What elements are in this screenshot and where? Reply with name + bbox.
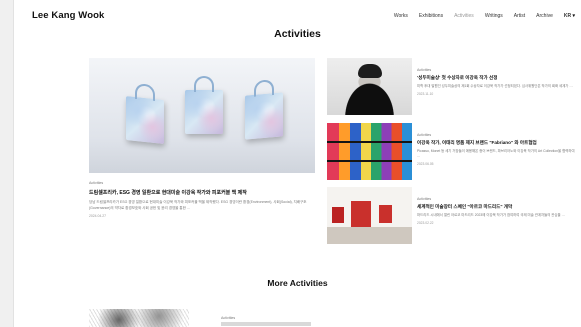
- more-activities-heading: More Activities: [267, 278, 328, 288]
- artist-portrait-thumbnail: [327, 58, 412, 115]
- list-item-title[interactable]: '성두미술상' 첫 수상자로 이강욱 작가 선정: [417, 75, 577, 81]
- gallery-booth-thumbnail: [327, 187, 412, 244]
- tote-bag-image: [126, 82, 164, 144]
- list-item[interactable]: Activities 이강욱 작가, 이태리 명품 제지 브랜드 "Fabria…: [327, 123, 577, 180]
- list-item-category: Activities: [417, 133, 432, 137]
- nav-writings[interactable]: Writings: [485, 13, 503, 19]
- featured-description: 당남 드림셀프리카가 ESG 경영 일환으로 현대미술 이강욱 작가와 피포커블…: [89, 200, 307, 210]
- tote-bag-image: [245, 79, 283, 140]
- nav-artist[interactable]: Artist: [514, 13, 525, 19]
- list-item-title[interactable]: 이강욱 작가, 이태리 명품 제지 브랜드 "Fabriano" 와 아트협업: [417, 140, 577, 146]
- list-item-category: Activities: [417, 197, 432, 201]
- featured-image-tote-bags: [89, 58, 315, 173]
- page: Lee Kang Wook Works Exhibitions Activiti…: [14, 0, 581, 327]
- list-item-date: 2023.06.05: [417, 162, 434, 167]
- nav-archive[interactable]: Archive: [536, 13, 553, 19]
- list-item-date: 2023.11.10: [417, 92, 434, 97]
- page-title: Activities: [274, 28, 321, 40]
- nav-activities[interactable]: Activities: [454, 13, 474, 19]
- more-activity-thumbnail[interactable]: [89, 309, 189, 327]
- main-nav: Works Exhibitions Activities Writings Ar…: [394, 13, 575, 19]
- featured-title[interactable]: 드림셀프리카, ESG 경영 일환으로 현대미술 이강욱 작가와 피포커블 백 …: [89, 189, 315, 196]
- list-item[interactable]: Activities 세계적인 미술장터 스페인 "아르코 마드리드" 개막 마…: [327, 187, 577, 244]
- site-logo[interactable]: Lee Kang Wook: [32, 10, 104, 21]
- list-item-description: 미학 후대 발원인 성두미술상의 제1회 수상자로 이강욱 작가가 선정되었다.…: [417, 84, 573, 89]
- nav-exhibitions[interactable]: Exhibitions: [419, 13, 443, 19]
- list-item-date: 2023.02.22: [417, 221, 434, 226]
- language-selector[interactable]: KR ▾: [564, 13, 575, 19]
- nav-works[interactable]: Works: [394, 13, 408, 19]
- more-activity-title-placeholder: [221, 322, 311, 326]
- list-item[interactable]: Activities '성두미술상' 첫 수상자로 이강욱 작가 선정 미학 후…: [327, 58, 577, 115]
- list-item-description: 마드리드 시내에서 열린 아르코 마드리드 2023에 이강욱 작가가 참여하여…: [417, 213, 565, 218]
- featured-article[interactable]: Activities 드림셀프리카, ESG 경영 일환으로 현대미술 이강욱 …: [89, 58, 315, 218]
- language-label: KR: [563, 13, 572, 19]
- store-shelves-thumbnail: [327, 123, 412, 180]
- top-navigation-bar: Lee Kang Wook Works Exhibitions Activiti…: [14, 0, 581, 28]
- more-activity-category: Activities: [221, 316, 236, 320]
- list-item-title[interactable]: 세계적인 미술장터 스페인 "아르코 마드리드" 개막: [417, 204, 577, 210]
- list-item-category: Activities: [417, 68, 432, 72]
- list-item-description: Picasso, Monet 등 세기 거장들이 애용해온 종이 브랜드, 파브…: [417, 149, 575, 159]
- tote-bag-image: [185, 76, 223, 134]
- featured-category: Activities: [89, 181, 104, 185]
- featured-date: 2024.04.27: [89, 214, 106, 218]
